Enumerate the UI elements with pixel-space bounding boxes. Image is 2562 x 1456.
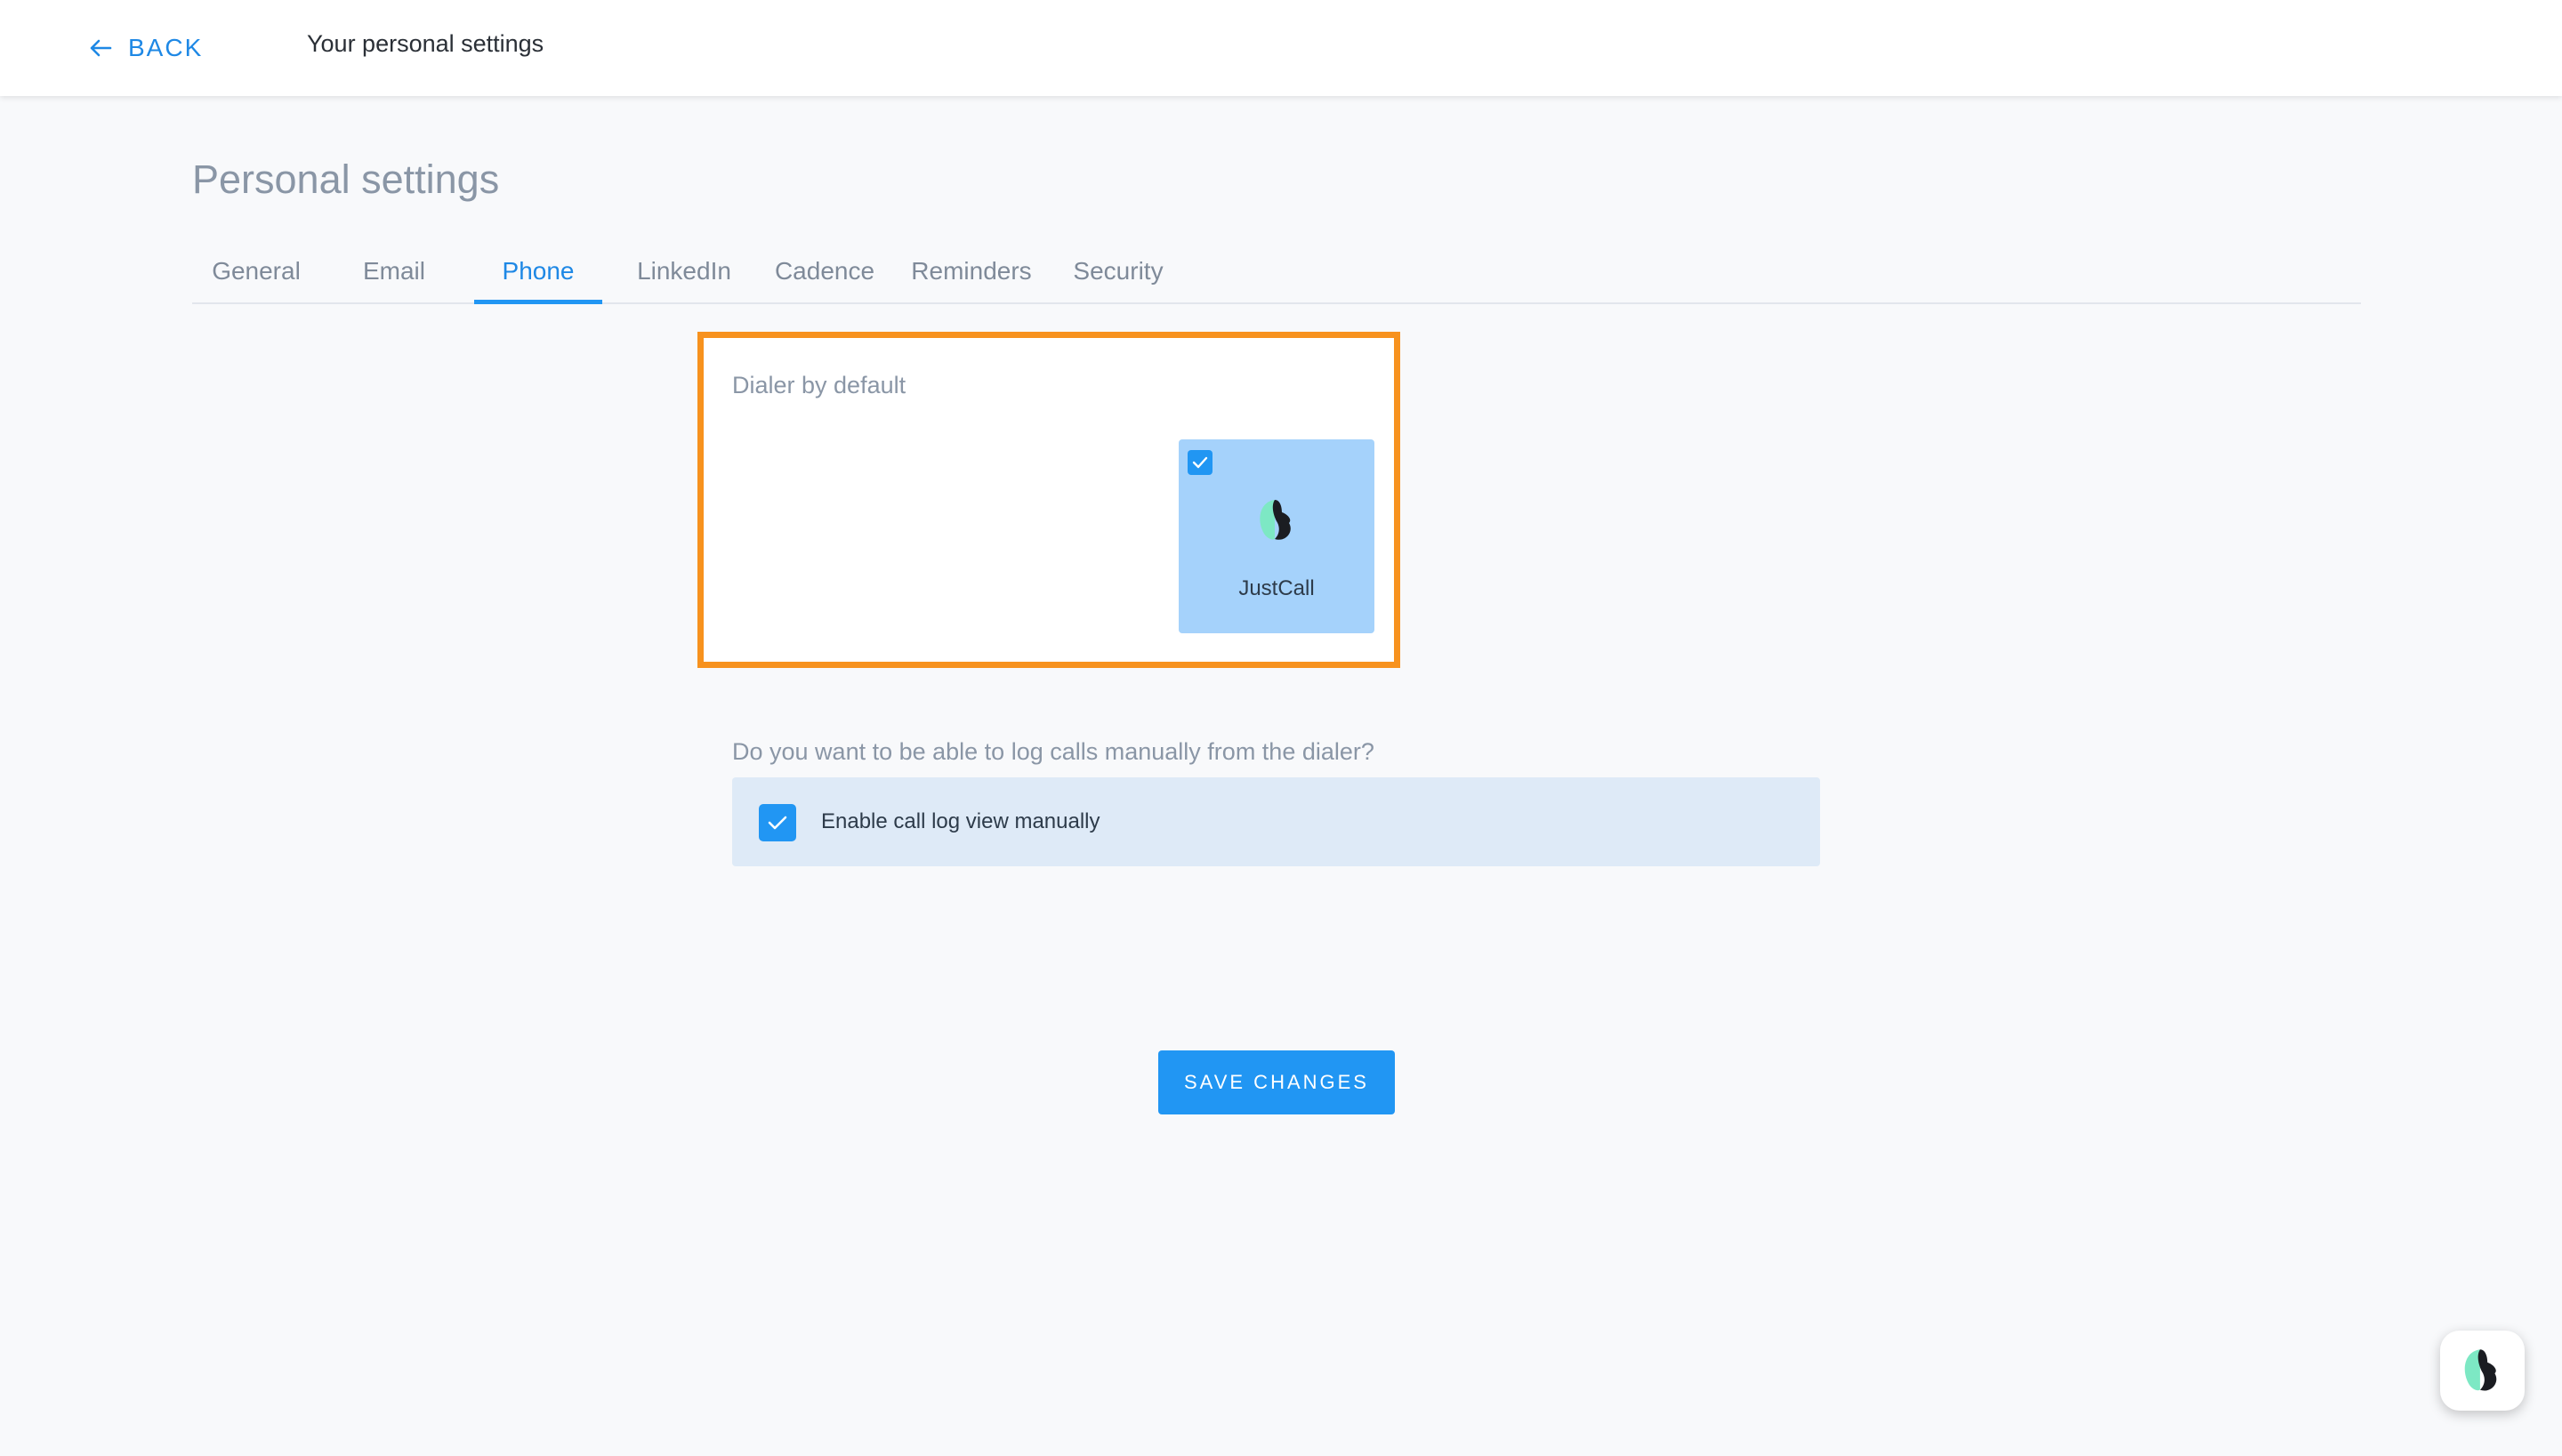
topbar-title: Your personal settings bbox=[307, 30, 544, 57]
back-label: BACK bbox=[128, 34, 204, 61]
justcall-logo-icon bbox=[1260, 500, 1291, 540]
tab-label: Reminders bbox=[911, 257, 1032, 285]
tab-linkedin[interactable]: LinkedIn bbox=[617, 240, 751, 302]
tab-phone[interactable]: Phone bbox=[474, 240, 602, 304]
call-log-option-row[interactable]: Enable call log view manually bbox=[732, 777, 1820, 866]
call-log-checkbox[interactable] bbox=[759, 804, 796, 841]
call-log-question: Do you want to be able to log calls manu… bbox=[732, 738, 1374, 765]
tab-security[interactable]: Security bbox=[1051, 240, 1185, 302]
justcall-logo-icon bbox=[2464, 1349, 2496, 1391]
tab-label: Email bbox=[362, 257, 425, 285]
dialer-option-label: JustCall bbox=[1238, 576, 1315, 600]
back-button[interactable]: BACK bbox=[89, 27, 203, 69]
tab-cadence[interactable]: Cadence bbox=[758, 240, 891, 302]
justcall-widget-button[interactable] bbox=[2440, 1331, 2525, 1411]
arrow-left-icon bbox=[90, 39, 112, 57]
tab-reminders[interactable]: Reminders bbox=[898, 240, 1044, 302]
dialer-section-label: Dialer by default bbox=[732, 372, 906, 398]
page-title: Personal settings bbox=[192, 157, 500, 202]
check-icon bbox=[768, 816, 787, 830]
tab-label: Cadence bbox=[774, 257, 875, 285]
tab-label: Security bbox=[1073, 257, 1164, 285]
tab-label: LinkedIn bbox=[637, 257, 731, 285]
settings-tabs: General Email Phone LinkedIn Cadence Rem… bbox=[192, 240, 2361, 304]
call-log-option-label: Enable call log view manually bbox=[821, 809, 1100, 833]
tab-label: Phone bbox=[502, 257, 575, 285]
top-bar: BACK Your personal settings bbox=[0, 0, 2562, 96]
dialer-selected-checkbox[interactable] bbox=[1188, 450, 1213, 475]
tab-email[interactable]: Email bbox=[336, 240, 452, 302]
tab-general[interactable]: General bbox=[192, 240, 320, 302]
dialer-option-justcall[interactable]: JustCall bbox=[1179, 439, 1374, 633]
tab-label: General bbox=[212, 257, 301, 285]
save-changes-button[interactable]: SAVE CHANGES bbox=[1158, 1050, 1395, 1114]
check-icon bbox=[1192, 456, 1208, 469]
